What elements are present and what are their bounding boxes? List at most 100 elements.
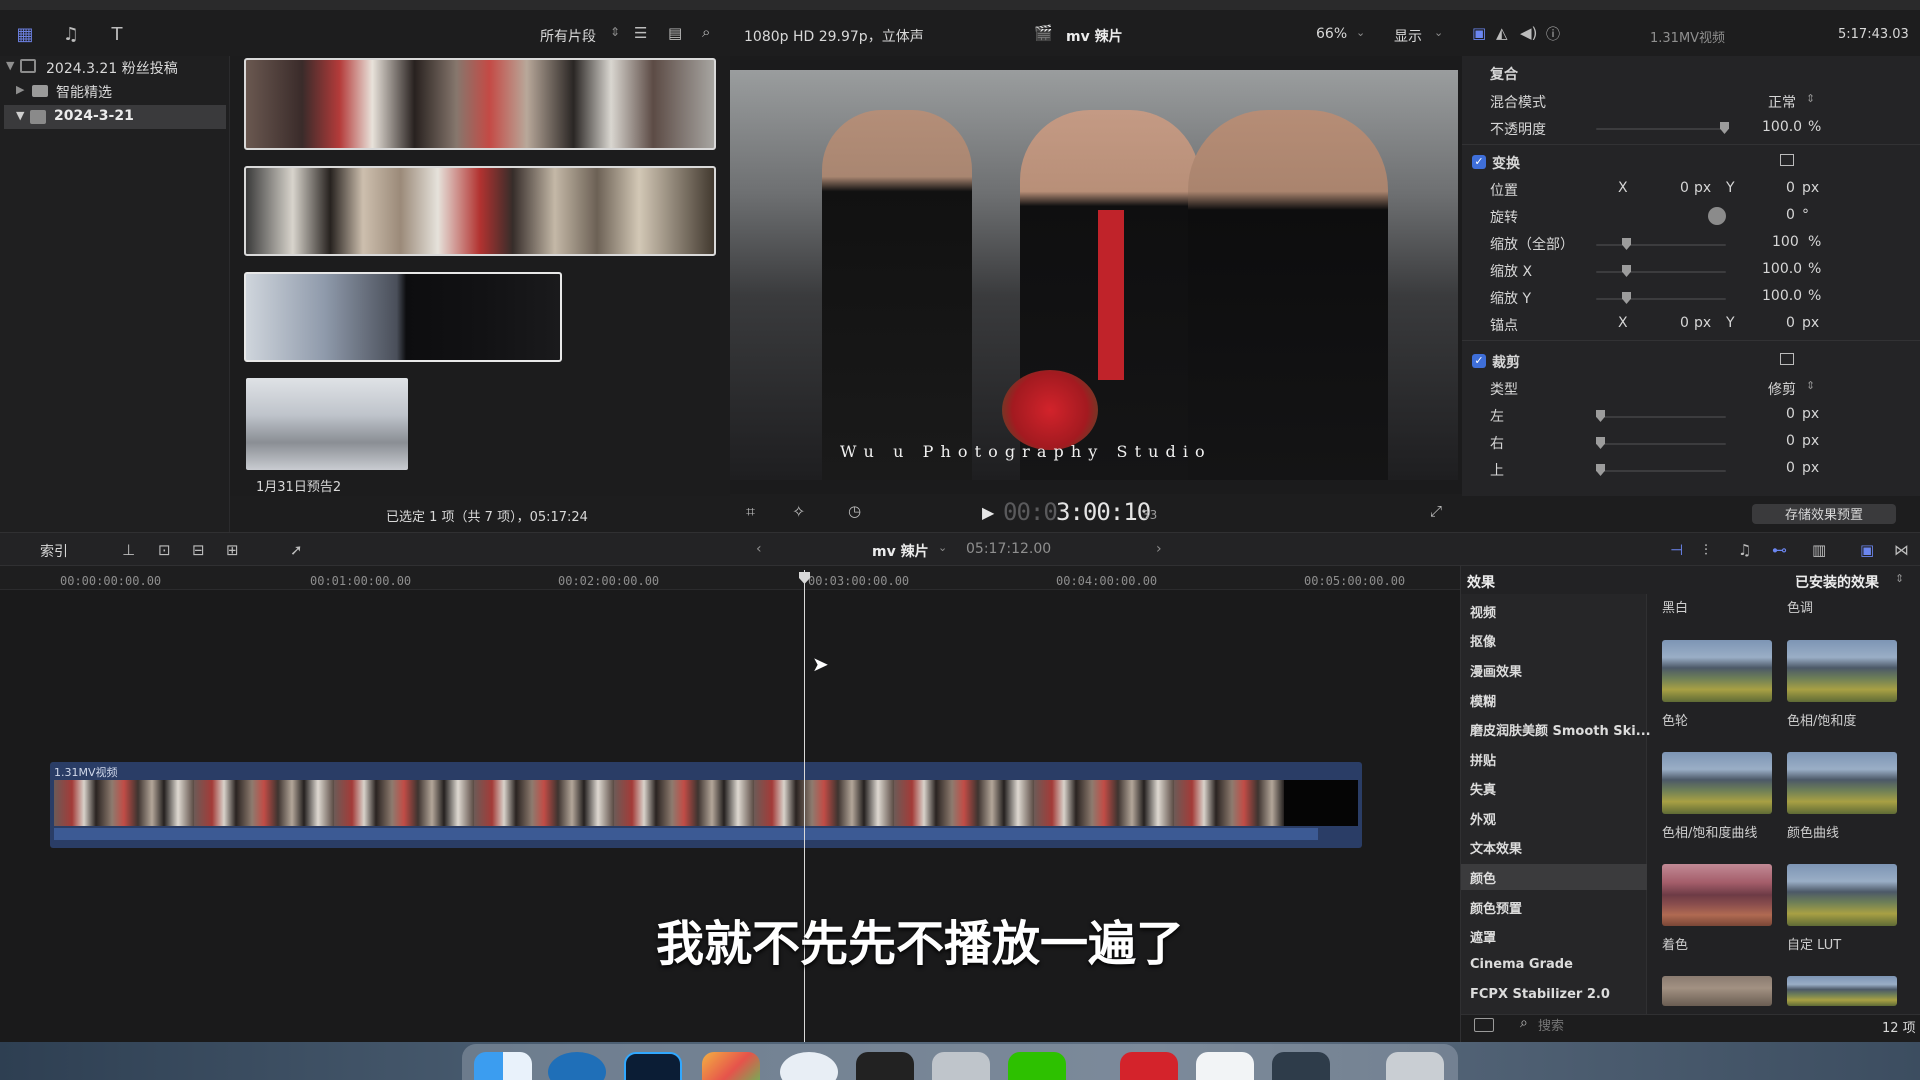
speed-icon[interactable]: ◷ [848, 502, 861, 520]
category-comic[interactable]: 漫画效果 [1470, 661, 1522, 680]
audio-skimming-icon[interactable]: ⫶ [1704, 541, 1708, 559]
transform-onscreen-icon[interactable] [1780, 154, 1794, 166]
crop-top-knob[interactable] [1596, 464, 1605, 476]
clip-thumbnail-1[interactable] [244, 58, 716, 150]
category-distortion[interactable]: 失真 [1470, 779, 1496, 798]
crop-tool-icon[interactable]: ⌗ [746, 502, 755, 522]
opacity-value[interactable]: 100.0 [1762, 119, 1802, 135]
anchor-x-value[interactable]: 0 [1680, 315, 1689, 331]
filmstrip-view-icon[interactable]: ▤ [668, 24, 682, 42]
crop-checkbox[interactable]: ✓ [1472, 354, 1486, 368]
screenshot-icon[interactable] [1272, 1052, 1330, 1080]
viewer-canvas[interactable]: W u u P h o t o g r a p h y S t u d i o [730, 70, 1458, 480]
append-clip-icon[interactable]: ⊟ [192, 541, 205, 559]
effect-thumbnail-color-wheels[interactable] [1662, 640, 1772, 702]
crop-top-value[interactable]: 0 [1786, 460, 1795, 476]
installed-effects-dropdown[interactable]: 已安装的效果 [1795, 572, 1879, 592]
list-view-icon[interactable]: ☰ [634, 24, 647, 42]
forward-arrow-icon[interactable]: › [1156, 541, 1162, 557]
insert-clip-icon[interactable]: ⊡ [158, 541, 171, 559]
snapping-icon[interactable]: ⊷ [1772, 541, 1787, 559]
scale-x-knob[interactable] [1622, 265, 1631, 277]
crop-type-dropdown[interactable]: 修剪 [1768, 379, 1796, 399]
crop-left-value[interactable]: 0 [1786, 406, 1795, 422]
scale-all-value[interactable]: 100 [1772, 234, 1799, 250]
scale-y-slider[interactable] [1596, 298, 1726, 300]
audio-inspector-icon[interactable]: ◀) [1520, 24, 1537, 42]
effect-thumbnail-hue-saturation[interactable] [1787, 640, 1897, 702]
finder-icon[interactable] [474, 1052, 532, 1080]
crop-right-slider[interactable] [1596, 443, 1726, 445]
anchor-y-value[interactable]: 0 [1786, 315, 1795, 331]
scale-y-knob[interactable] [1622, 292, 1631, 304]
category-fcpx-stabilizer[interactable]: FCPX Stabilizer 2.0 [1470, 987, 1610, 1002]
back-arrow-icon[interactable]: ‹ [756, 541, 762, 557]
headphones-icon[interactable]: ♫ [1738, 541, 1751, 559]
effects-search-input[interactable] [1538, 1016, 1858, 1034]
disclosure-open-icon[interactable]: ▼ [16, 109, 24, 122]
enhance-icon[interactable]: ✧ [792, 502, 805, 521]
category-cinema-grade[interactable]: Cinema Grade [1470, 957, 1573, 972]
qq-icon[interactable] [1196, 1052, 1254, 1080]
crop-left-slider[interactable] [1596, 416, 1726, 418]
save-effects-preset-button[interactable]: 存储效果预置 [1752, 504, 1896, 524]
scale-x-value[interactable]: 100.0 [1762, 261, 1802, 277]
video-inspector-icon[interactable]: ▣ [1472, 24, 1486, 42]
timeline-ruler[interactable] [0, 566, 1460, 590]
search-icon[interactable]: ⌕ [702, 23, 710, 41]
library-item[interactable]: ▼ 2024.3.21 粉丝投稿 [4, 56, 226, 78]
effect-thumbnail-partial[interactable] [1662, 976, 1772, 1006]
category-masks[interactable]: 遮罩 [1470, 927, 1496, 946]
category-blur[interactable]: 模糊 [1470, 691, 1496, 710]
effect-thumbnail-custom-lut[interactable] [1787, 864, 1897, 926]
scale-y-value[interactable]: 100.0 [1762, 288, 1802, 304]
effect-thumbnail-color-curves[interactable] [1787, 752, 1897, 814]
skimming-icon[interactable]: ⊣ [1670, 541, 1683, 559]
effect-thumbnail-hue-sat-curves[interactable] [1662, 752, 1772, 814]
clip-filter-dropdown[interactable]: 所有片段 [540, 26, 596, 46]
crop-right-knob[interactable] [1596, 437, 1605, 449]
connect-clip-icon[interactable]: ⊥ [122, 541, 135, 559]
timeline-clip[interactable]: 1.31MV视频 [50, 762, 1362, 848]
trash-icon[interactable] [1386, 1052, 1444, 1080]
color-inspector-icon[interactable]: ◭ [1496, 24, 1508, 42]
fullscreen-icon[interactable]: ⤢ [1430, 502, 1442, 520]
category-text-effects[interactable]: 文本效果 [1470, 838, 1522, 857]
select-tool-icon[interactable]: ➚ [290, 541, 303, 559]
effect-thumbnail-colorize[interactable] [1662, 864, 1772, 926]
titles-icon[interactable]: T [106, 24, 128, 45]
category-looks[interactable]: 外观 [1470, 809, 1496, 828]
crop-left-knob[interactable] [1596, 410, 1605, 422]
photos-audio-icon[interactable]: ♫ [60, 24, 82, 45]
effects-browser-icon[interactable]: ▣ [1860, 541, 1874, 559]
launchpad-icon[interactable] [702, 1052, 760, 1080]
libraries-icon[interactable]: ▦ [14, 24, 36, 45]
crop-onscreen-icon[interactable] [1780, 353, 1794, 365]
info-inspector-icon[interactable]: ⓘ [1546, 24, 1560, 44]
effect-thumbnail-partial[interactable] [1787, 976, 1897, 1006]
clip-thumbnail-2[interactable] [244, 166, 716, 256]
display-dropdown[interactable]: 显示 [1394, 26, 1422, 46]
category-tiling[interactable]: 拼贴 [1470, 750, 1496, 769]
overwrite-clip-icon[interactable]: ⊞ [226, 541, 239, 559]
clip-thumbnail-3[interactable] [244, 272, 562, 362]
wechat-icon[interactable] [1008, 1052, 1066, 1080]
crop-top-slider[interactable] [1596, 470, 1726, 472]
zoom-dropdown[interactable]: 66% [1316, 26, 1347, 42]
play-icon[interactable]: ▶ [982, 503, 994, 522]
clip-thumbnail-4[interactable] [246, 378, 408, 470]
category-smooth-skin[interactable]: 磨皮润肤美颜 Smooth Ski... [1470, 720, 1651, 739]
sidebar-toggle-icon[interactable] [1474, 1018, 1494, 1032]
scale-all-slider[interactable] [1596, 244, 1726, 246]
blend-mode-dropdown[interactable]: 正常 [1768, 92, 1796, 112]
event-item[interactable]: ▼ 2024-3-21 [4, 105, 226, 129]
index-button[interactable]: 索引 [40, 541, 68, 561]
netease-music-icon[interactable] [1120, 1052, 1178, 1080]
category-keying[interactable]: 抠像 [1470, 631, 1496, 650]
rotation-value[interactable]: 0 [1786, 207, 1795, 223]
disclosure-open-icon[interactable]: ▼ [6, 59, 14, 72]
position-x-value[interactable]: 0 [1680, 180, 1689, 196]
timeline-project-name[interactable]: mv 辣片 [872, 541, 929, 561]
transform-checkbox[interactable]: ✓ [1472, 155, 1486, 169]
crop-right-value[interactable]: 0 [1786, 433, 1795, 449]
